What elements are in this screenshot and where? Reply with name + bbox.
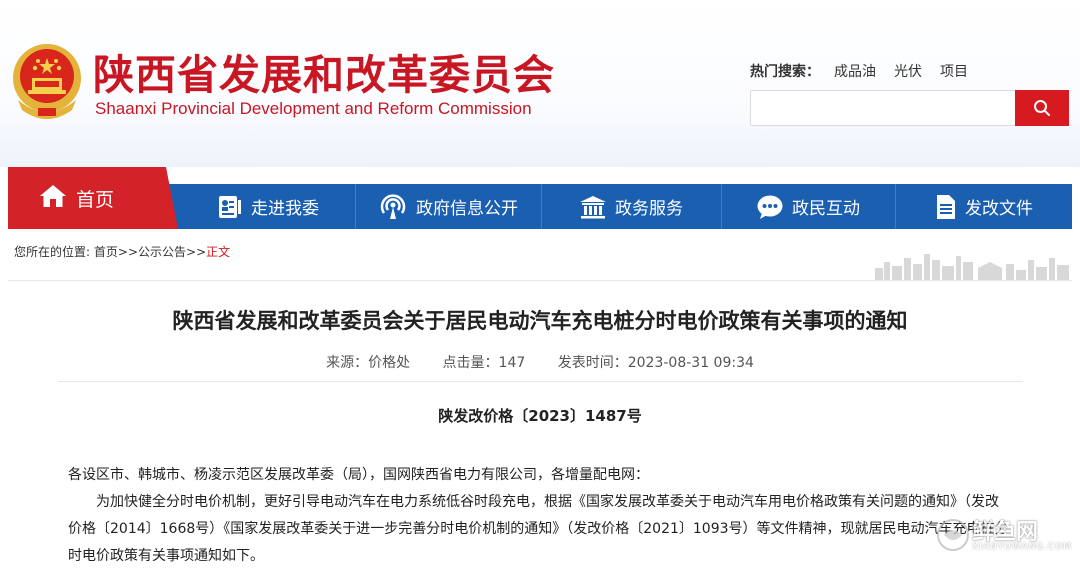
article-addressee: 各设区市、韩城市、杨凌示范区发展改革委（局），国网陕西省电力有限公司，各增量配电… bbox=[68, 467, 649, 483]
breadcrumb-separator: >> bbox=[117, 245, 138, 259]
nav-item-label: 发改文件 bbox=[965, 199, 1033, 219]
article-title: 陕西省发展和改革委员会关于居民电动汽车充电桩分时电价政策有关事项的通知 bbox=[172, 309, 908, 333]
hot-keyword-link[interactable]: 项目 bbox=[940, 64, 968, 80]
nav-home[interactable]: 首页 bbox=[8, 167, 178, 229]
search-input[interactable] bbox=[750, 90, 1016, 126]
nav-home-label: 首页 bbox=[76, 188, 115, 211]
article-publish-time: 发表时间：2023-08-31 09:34 bbox=[557, 355, 754, 371]
nav-item-label: 政民互动 bbox=[792, 199, 860, 219]
nav-item-label: 政务服务 bbox=[615, 199, 683, 219]
file-icon bbox=[935, 194, 957, 220]
article-meta: 来源：价格处 点击量：147 发表时间：2023-08-31 09:34 bbox=[0, 352, 1080, 372]
chat-icon bbox=[756, 194, 784, 220]
nav-item-interaction[interactable]: 政民互动 bbox=[722, 184, 894, 229]
article-clicks: 点击量：147 bbox=[442, 355, 526, 371]
content-divider bbox=[8, 280, 1072, 281]
breadcrumb-separator: >> bbox=[186, 245, 207, 259]
article-source: 来源：价格处 bbox=[326, 355, 411, 371]
breadcrumb-home-link[interactable]: 首页 bbox=[94, 245, 118, 259]
breadcrumb-prefix: 您所在的位置: bbox=[14, 245, 91, 259]
breadcrumb-current: 正文 bbox=[206, 245, 231, 259]
nav-item-label: 政府信息公开 bbox=[416, 199, 518, 219]
home-icon bbox=[38, 183, 68, 214]
search-button[interactable] bbox=[1015, 90, 1069, 126]
breadcrumb-section-link[interactable]: 公示公告 bbox=[138, 245, 186, 259]
building-icon bbox=[579, 195, 607, 219]
nav-item-label: 走进我委 bbox=[251, 199, 319, 219]
broadcast-icon bbox=[378, 193, 408, 220]
hot-keyword-link[interactable]: 光伏 bbox=[894, 64, 922, 80]
fish-logo-icon bbox=[937, 519, 969, 551]
nav-item-gov-info[interactable]: 政府信息公开 bbox=[356, 184, 540, 229]
article-body: 各设区市、韩城市、杨凌示范区发展改革委（局），国网陕西省电力有限公司，各增量配电… bbox=[68, 462, 1010, 570]
hot-search: 热门搜索： 成品油 光伏 项目 bbox=[750, 61, 968, 81]
hot-search-label: 热门搜索： bbox=[750, 64, 820, 80]
document-number: 陕发改价格〔2023〕1487号 bbox=[438, 407, 642, 425]
breadcrumb: 您所在的位置: 首页>>公示公告>>正文 bbox=[14, 243, 230, 260]
city-skyline-decoration bbox=[875, 254, 1069, 280]
nav-item-services[interactable]: 政务服务 bbox=[542, 184, 720, 229]
watermark-url: XIANYUWANG.COM bbox=[972, 542, 1073, 552]
watermark: 鲜鱼网 XIANYUWANG.COM bbox=[936, 514, 1076, 558]
nav-item-documents[interactable]: 发改文件 bbox=[896, 184, 1072, 229]
document-user-icon bbox=[217, 195, 243, 219]
national-emblem-icon bbox=[13, 44, 81, 119]
nav-item-about[interactable]: 走进我委 bbox=[182, 184, 354, 229]
article-paragraph: 为加快健全分时电价机制，更好引导电动汽车在电力系统低谷时段充电，根据《国家发展改… bbox=[68, 494, 1009, 564]
meta-divider bbox=[58, 381, 1023, 382]
hot-keyword-link[interactable]: 成品油 bbox=[834, 64, 876, 80]
site-subtitle-english: Shaanxi Provincial Development and Refor… bbox=[95, 99, 532, 118]
site-title[interactable]: 陕西省发展和改革委员会 bbox=[93, 41, 555, 101]
search-icon bbox=[1034, 100, 1050, 116]
